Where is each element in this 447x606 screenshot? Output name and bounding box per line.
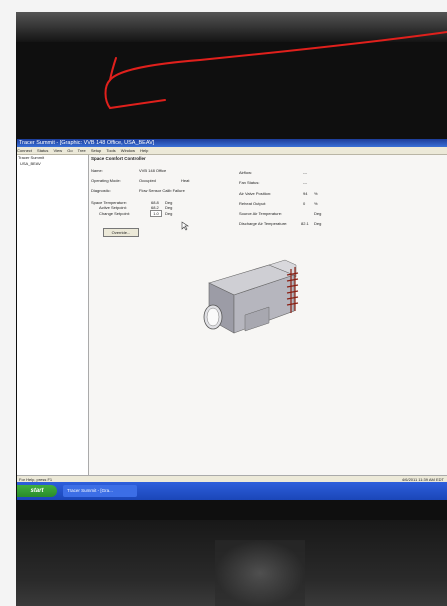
- graphic-panel: Space Comfort Controller Name: VVB 148 O…: [89, 155, 447, 475]
- mouse-cursor-icon: [181, 221, 189, 231]
- navigation-tree: Tracer Summit USA_BEAV: [17, 155, 89, 475]
- menu-window[interactable]: Window: [121, 148, 135, 153]
- change-setpoint-input[interactable]: 1.0: [150, 210, 162, 217]
- diagnostic-label: Diagnostic:: [91, 188, 111, 193]
- change-setpoint-unit: Deg: [165, 211, 173, 216]
- active-setpoint-unit: Deg: [165, 205, 173, 210]
- menu-bar: Connect Status View Go Tree Setup Tools …: [17, 147, 447, 155]
- change-setpoint-label: Change Setpoint:: [99, 211, 130, 216]
- menu-tree[interactable]: Tree: [78, 148, 86, 153]
- photo: Tracer Summit - [Graphic: VVB 148 Office…: [0, 0, 447, 606]
- name-value: VVB 148 Office: [139, 168, 167, 173]
- tree-item-site[interactable]: USA_BEAV: [17, 161, 88, 167]
- menu-view[interactable]: View: [54, 148, 63, 153]
- reheat-output-value: 0: [303, 201, 306, 206]
- name-label: Name:: [91, 168, 103, 173]
- window-title: Tracer Summit - [Graphic: VVB 148 Office…: [17, 139, 447, 147]
- discharge-air-temp-value: 82.1: [301, 221, 309, 226]
- operating-mode-value: Occupied: [139, 178, 156, 183]
- reheat-output-label: Reheat Output:: [239, 201, 267, 206]
- screen: Tracer Summit - [Graphic: VVB 148 Office…: [17, 139, 447, 500]
- menu-setup[interactable]: Setup: [91, 148, 101, 153]
- taskbar: start Tracer Summit - [Gra...: [17, 482, 447, 500]
- discharge-air-temp-unit: Deg: [314, 221, 322, 226]
- override-button[interactable]: Override...: [103, 228, 139, 237]
- menu-status[interactable]: Status: [37, 148, 48, 153]
- taskbar-item-tracer-summit[interactable]: Tracer Summit - [Gra...: [63, 485, 137, 497]
- air-valve-value: 94: [303, 191, 308, 196]
- operating-mode-heat: Heat: [181, 178, 190, 183]
- operating-mode-label: Operating Mode:: [91, 178, 121, 183]
- start-button[interactable]: start: [17, 485, 57, 497]
- menu-connect[interactable]: Connect: [17, 148, 32, 153]
- vav-box-icon: [203, 259, 299, 334]
- airflow-label: Airflow:: [239, 170, 253, 175]
- menu-go[interactable]: Go: [67, 148, 72, 153]
- discharge-air-temp-label: Discharge Air Temperature:: [239, 221, 288, 226]
- fan-status-label: Fan Status:: [239, 180, 260, 185]
- fan-status-value: ---: [303, 180, 307, 185]
- red-ink-arrow: [104, 31, 447, 110]
- air-valve-unit: %: [314, 191, 318, 196]
- diagnostic-value: Flow Sensor Calib Failure: [139, 188, 185, 193]
- active-setpoint-label: Active Setpoint:: [99, 205, 127, 210]
- desk-reflection: [215, 540, 305, 606]
- reheat-output-unit: %: [314, 201, 318, 206]
- source-air-temp-label: Source Air Temperature:: [239, 211, 283, 216]
- menu-help[interactable]: Help: [140, 148, 148, 153]
- panel-title: Space Comfort Controller: [91, 156, 146, 161]
- source-air-temp-unit: Deg: [314, 211, 322, 216]
- menu-tools[interactable]: Tools: [106, 148, 115, 153]
- airflow-value: ---: [303, 170, 307, 175]
- air-valve-label: Air Valve Position:: [239, 191, 272, 196]
